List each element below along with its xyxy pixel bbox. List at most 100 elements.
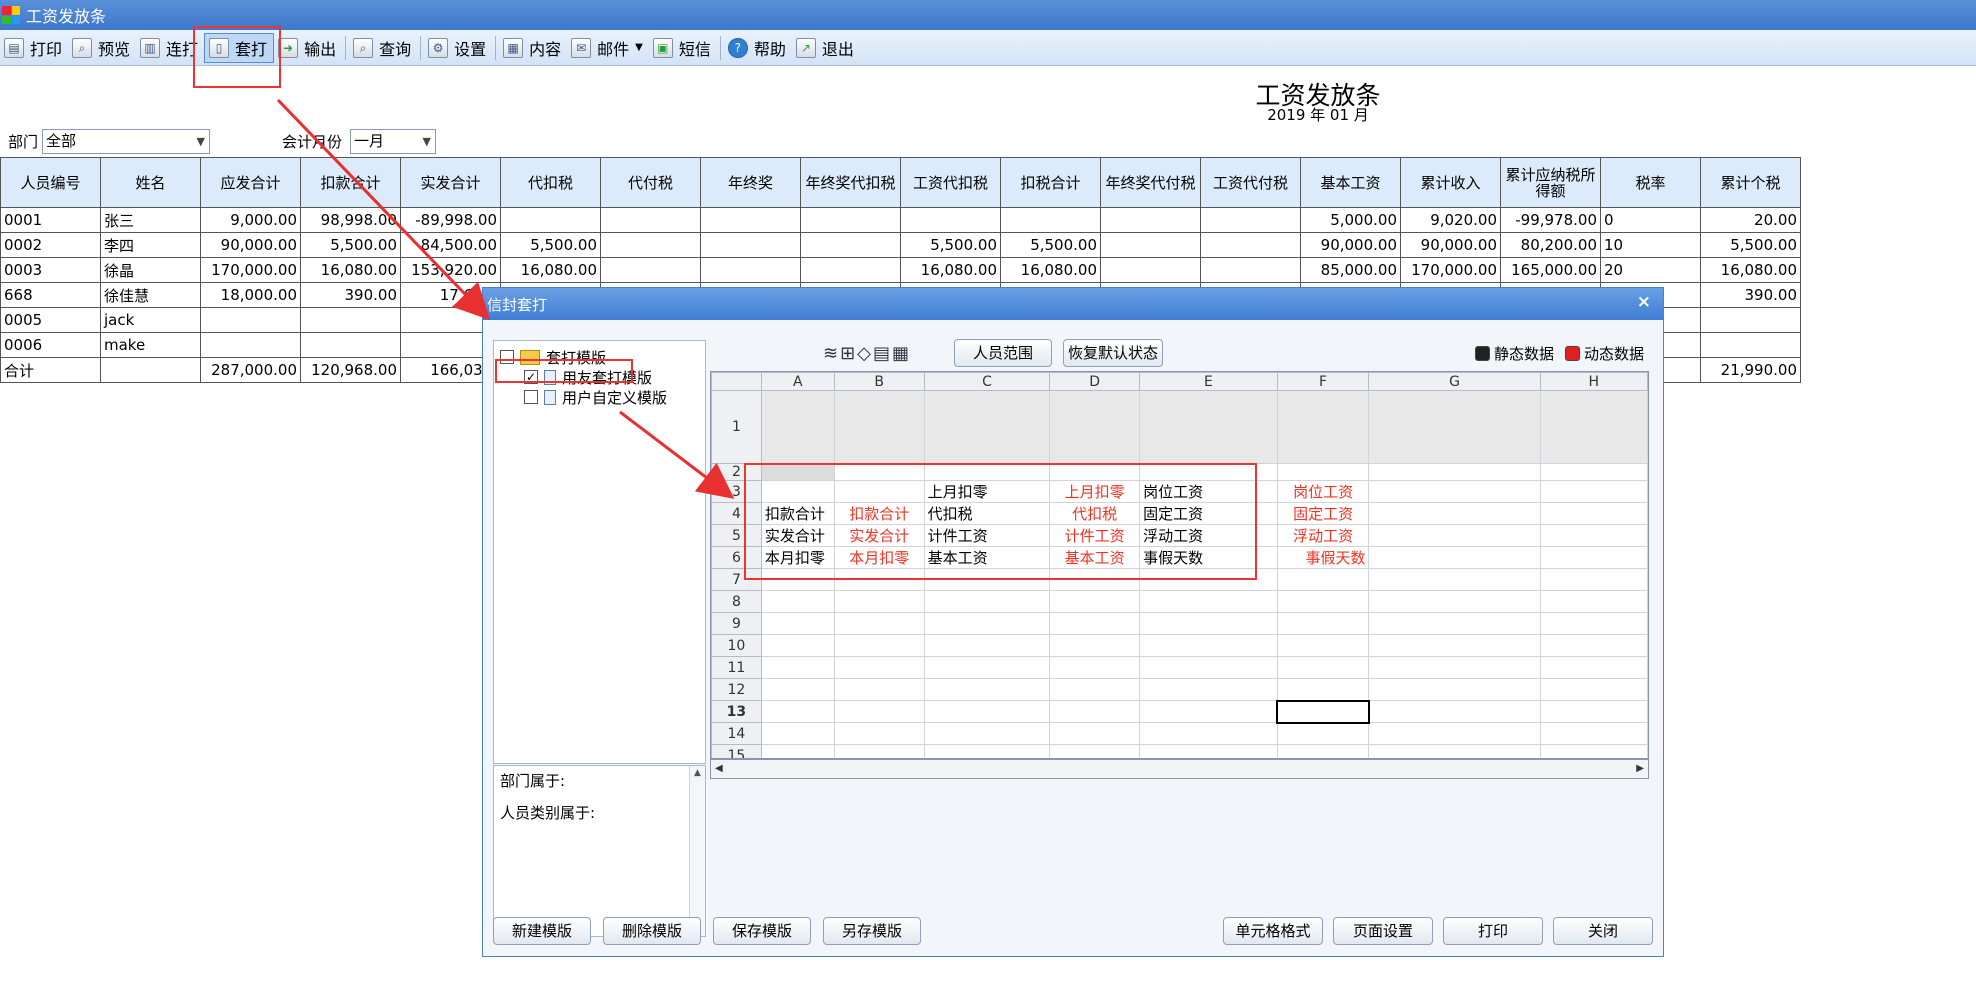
table-cell[interactable]: [300, 307, 401, 333]
table-cell[interactable]: 170,000.00: [1400, 257, 1501, 283]
table-cell[interactable]: [800, 257, 901, 283]
sheet-cell[interactable]: [923, 463, 1051, 481]
sheet-cell[interactable]: [1049, 656, 1141, 679]
table-cell[interactable]: 668: [0, 282, 101, 308]
column-header[interactable]: 应发合计: [200, 157, 301, 208]
cell-format-button[interactable]: 单元格格式: [1223, 917, 1323, 945]
table-cell[interactable]: 5,500.00: [900, 232, 1001, 258]
sheet-cell[interactable]: [1049, 634, 1141, 657]
sheet-cell[interactable]: [1139, 568, 1278, 591]
sheet-cell[interactable]: [1539, 524, 1648, 547]
table-cell[interactable]: [700, 232, 801, 258]
sheet-cell[interactable]: 基本工资: [923, 546, 1051, 569]
save-as-template-button[interactable]: 另存模版: [823, 917, 921, 945]
table-cell[interactable]: 170,000.00: [200, 257, 301, 283]
table-cell[interactable]: [800, 207, 901, 233]
sheet-cell[interactable]: [923, 634, 1051, 657]
sheet-column-header[interactable]: F: [1276, 372, 1370, 391]
sheet-column-header[interactable]: D: [1049, 372, 1141, 391]
table-cell[interactable]: 90,000.00: [1300, 232, 1401, 258]
table-row[interactable]: 0003 徐晶 170,000.00 16,080.00 153,920.00 16,08…: [0, 257, 1801, 283]
table-cell[interactable]: [1700, 332, 1801, 358]
sheet-cell[interactable]: [1276, 678, 1370, 701]
table-cell[interactable]: [900, 207, 1001, 233]
sheet-cell[interactable]: [923, 678, 1051, 701]
column-header[interactable]: 扣税合计: [1000, 157, 1101, 208]
sheet-cell[interactable]: [1539, 390, 1648, 464]
format-icons[interactable]: ≋⊞◇▤▦: [823, 343, 911, 364]
sheet-cell[interactable]: 事假天数: [1276, 546, 1370, 569]
table-cell[interactable]: [800, 232, 901, 258]
sheet-cell[interactable]: [760, 612, 835, 635]
sheet-cell[interactable]: [760, 590, 835, 613]
sheet-cell[interactable]: 实发合计: [833, 524, 925, 547]
sheet-row-header[interactable]: 9: [711, 612, 762, 635]
scrollbar[interactable]: ▲▼: [689, 766, 705, 936]
sheet-cell[interactable]: [1139, 722, 1278, 745]
table-cell[interactable]: [1100, 257, 1201, 283]
table-cell[interactable]: 张三: [100, 207, 201, 233]
sms-button[interactable]: ▣ 短信: [649, 33, 717, 63]
sheet-cell[interactable]: 本月扣零: [833, 546, 925, 569]
mail-button[interactable]: ✉ 邮件 ▼: [567, 33, 649, 63]
sheet-cell[interactable]: [760, 480, 835, 503]
sheet-cell[interactable]: [1049, 722, 1141, 745]
column-header[interactable]: 累计收入: [1400, 157, 1501, 208]
sheet-row-header[interactable]: 12: [711, 678, 762, 701]
table-cell[interactable]: 18,000.00: [200, 282, 301, 308]
sheet-cell[interactable]: [833, 722, 925, 745]
sheet-cell[interactable]: [1049, 700, 1141, 723]
table-cell[interactable]: 16,080.00: [300, 257, 401, 283]
column-header[interactable]: 工资代扣税: [900, 157, 1001, 208]
table-row[interactable]: 0001 张三 9,000.00 98,998.00 -89,998.00 5,000.0…: [0, 207, 1801, 233]
sheet-row-header[interactable]: 8: [711, 590, 762, 613]
sheet-cell[interactable]: [833, 590, 925, 613]
sheet-cell[interactable]: 固定工资: [1276, 502, 1370, 525]
sheet-cell[interactable]: [833, 634, 925, 657]
sheet-cell[interactable]: [923, 700, 1051, 723]
settings-button[interactable]: ⚙ 设置: [424, 33, 492, 63]
sheet-cell[interactable]: [1368, 546, 1541, 569]
checkbox[interactable]: [500, 350, 514, 364]
table-cell[interactable]: [1100, 207, 1201, 233]
sheet-cell[interactable]: 计件工资: [923, 524, 1051, 547]
table-cell[interactable]: [700, 257, 801, 283]
column-header[interactable]: 基本工资: [1300, 157, 1401, 208]
table-row[interactable]: 0002 李四 90,000.00 5,500.00 84,500.00 5,500.00…: [0, 232, 1801, 258]
print-dialog-button[interactable]: 打印: [1443, 917, 1543, 945]
sheet-cell[interactable]: [1049, 744, 1141, 758]
sheet-cell[interactable]: [923, 568, 1051, 591]
close-dialog-button[interactable]: 关闭: [1553, 917, 1653, 945]
table-cell[interactable]: 16,080.00: [1700, 257, 1801, 283]
sheet-row-header[interactable]: 15: [711, 744, 762, 758]
sheet-cell[interactable]: [833, 700, 925, 723]
sheet-cell[interactable]: [1368, 524, 1541, 547]
table-cell[interactable]: [300, 332, 401, 358]
sheet-cell[interactable]: [1539, 568, 1648, 591]
table-cell[interactable]: [700, 207, 801, 233]
column-header[interactable]: 年终奖代扣税: [800, 157, 901, 208]
template-print-button[interactable]: ▯ 套打: [204, 32, 275, 63]
sheet-cell[interactable]: [1139, 700, 1278, 723]
sheet-cell[interactable]: [1539, 634, 1648, 657]
table-cell[interactable]: [200, 332, 301, 358]
sheet-cell[interactable]: 基本工资: [1049, 546, 1141, 569]
sheet-cell[interactable]: 岗位工资: [1139, 480, 1278, 503]
column-header[interactable]: 年终奖: [700, 157, 801, 208]
sheet-cell[interactable]: [1539, 612, 1648, 635]
sheet-cell[interactable]: [1368, 568, 1541, 591]
new-template-button[interactable]: 新建模版: [493, 917, 591, 945]
column-header[interactable]: 实发合计: [400, 157, 501, 208]
period-select[interactable]: 一月 ▼: [350, 128, 437, 154]
sheet-cell[interactable]: [1139, 463, 1278, 481]
table-cell[interactable]: 90,000.00: [1400, 232, 1501, 258]
table-cell[interactable]: 20: [1600, 257, 1701, 283]
column-header[interactable]: 年终奖代付税: [1100, 157, 1201, 208]
sheet-cell[interactable]: 扣款合计: [833, 502, 925, 525]
sheet-cell[interactable]: [833, 568, 925, 591]
close-icon[interactable]: ×: [1637, 292, 1651, 312]
sheet-cell[interactable]: [923, 612, 1051, 635]
sheet-row-header[interactable]: 6: [711, 546, 762, 569]
sheet-cell[interactable]: [1049, 390, 1141, 464]
sheet-cell[interactable]: [1139, 744, 1278, 758]
